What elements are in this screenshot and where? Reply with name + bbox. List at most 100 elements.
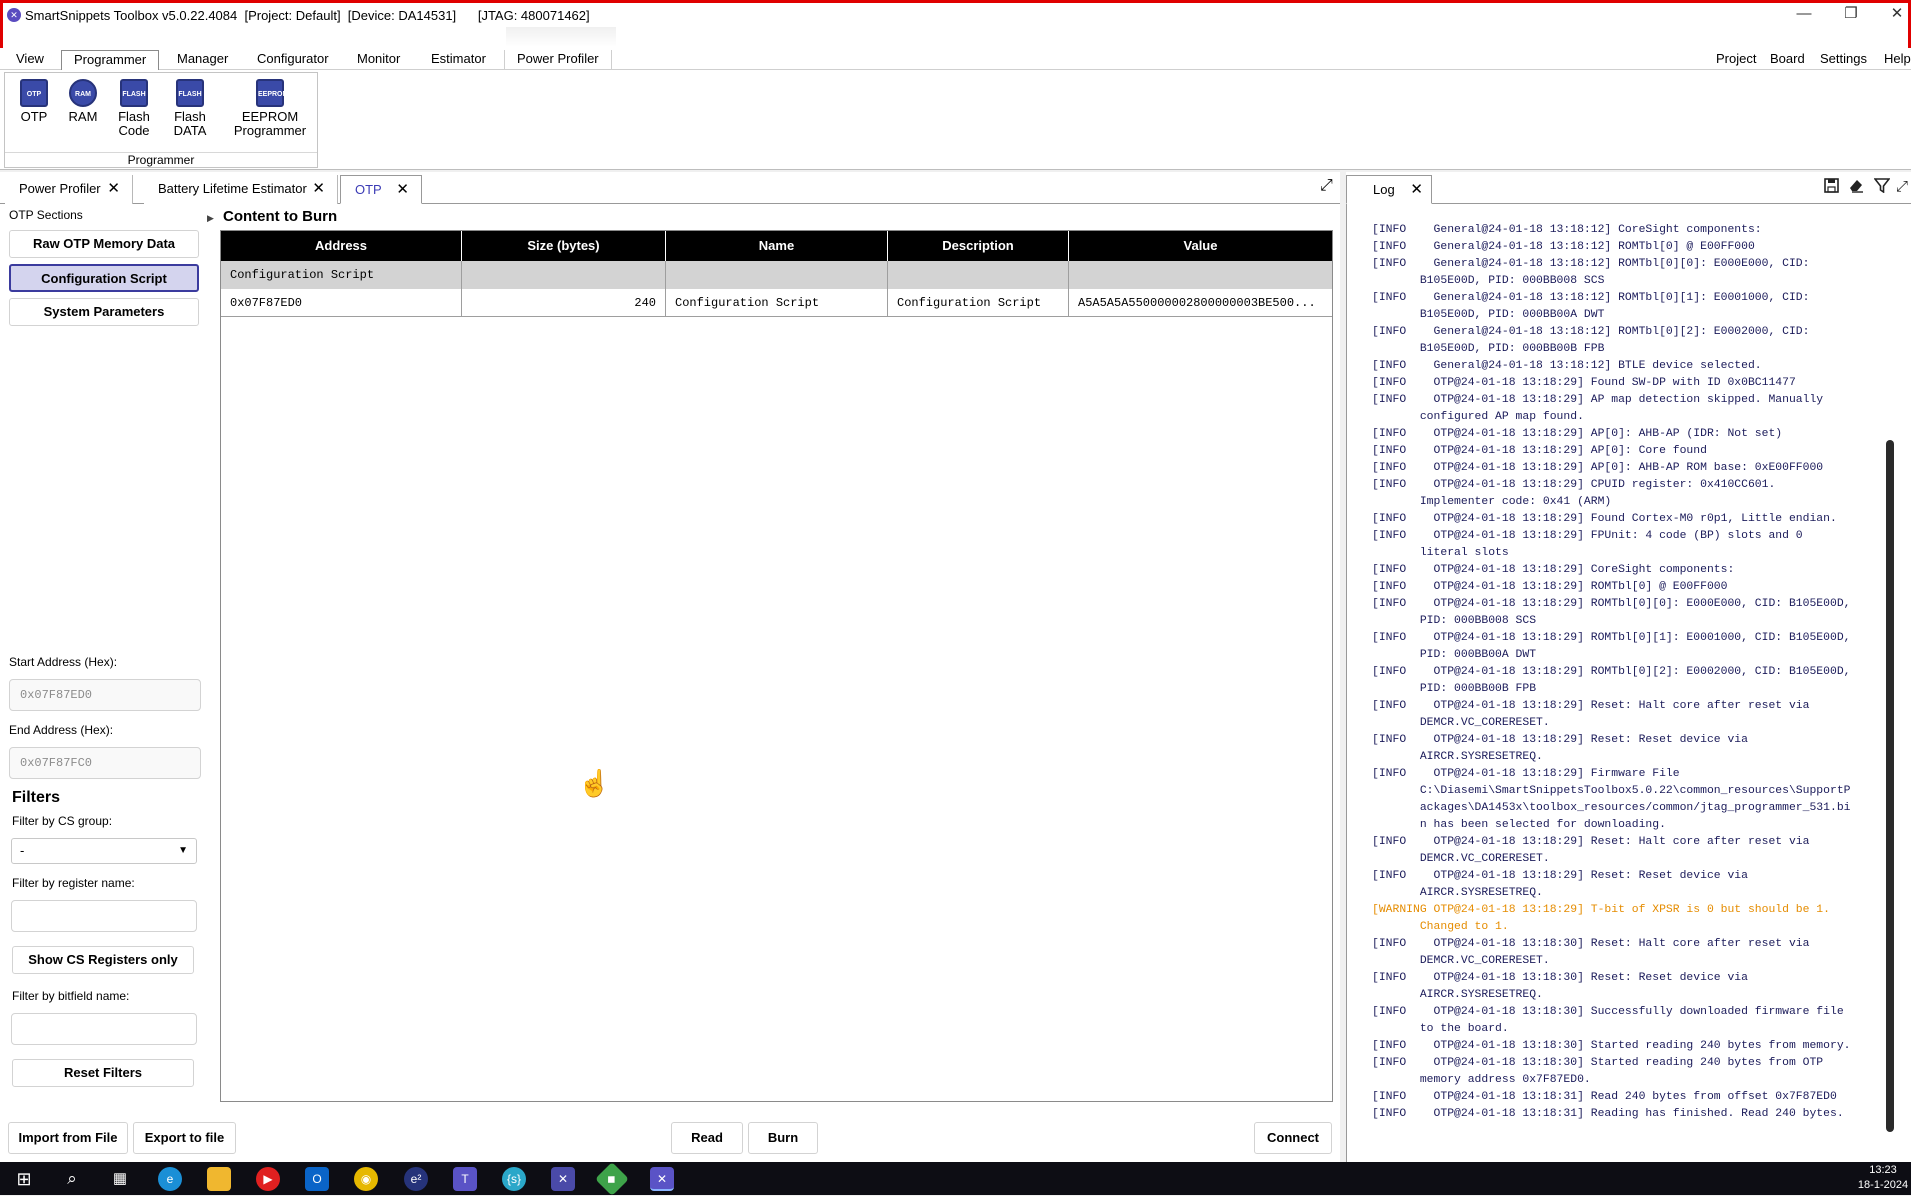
read-button[interactable]: Read [671, 1122, 743, 1154]
ram-button[interactable]: RAM RAM [60, 79, 106, 124]
flash-data-button[interactable]: FLASH Flash DATA [165, 79, 215, 138]
column-header-description[interactable]: Description [888, 231, 1069, 261]
connect-button[interactable]: Connect [1254, 1122, 1332, 1154]
tab-power-profiler[interactable]: Power Profiler ✕ [5, 175, 133, 204]
column-header-size[interactable]: Size (bytes) [462, 231, 666, 261]
column-header-value[interactable]: Value [1069, 231, 1332, 261]
log-line: Implementer code: 0x41 (ARM) [1372, 496, 1612, 508]
log-line: [INFO OTP@24-01-18 13:18:29] Reset: Halt… [1372, 836, 1810, 848]
raw-otp-memory-button[interactable]: Raw OTP Memory Data [9, 230, 199, 258]
menu-board[interactable]: Board [1770, 50, 1805, 70]
table-cell [666, 261, 888, 289]
end-address-label: End Address (Hex): [9, 723, 114, 737]
toolbox-icon[interactable]: ✕ [551, 1167, 575, 1191]
cell-size: 240 [462, 289, 666, 317]
expand-icon[interactable]: ⤢ [1896, 178, 1908, 195]
eeprom-label1: EEPROM [241, 109, 299, 124]
minimize-button[interactable]: — [1783, 3, 1825, 25]
cs-group-select[interactable]: - ▼ [11, 838, 197, 864]
smartsnippets-studio-icon[interactable]: {s} [502, 1167, 526, 1191]
tab-label: OTP [355, 182, 382, 197]
clock-date: 18-1-2024 [1857, 1179, 1909, 1191]
eeprom-programmer-button[interactable]: EEPROM EEPROM Programmer [226, 79, 314, 138]
search-icon[interactable]: ⌕ [60, 1167, 84, 1191]
log-line: literal slots [1372, 547, 1509, 559]
log-line: PID: 000BB00B FPB [1372, 683, 1537, 695]
log-line: [INFO OTP@24-01-18 13:18:31] Reading has… [1372, 1108, 1844, 1120]
content-title: Content to Burn [223, 208, 338, 225]
tab-label: Power Profiler [19, 181, 101, 196]
menu-estimator[interactable]: Estimator [419, 50, 498, 70]
menu-configurator[interactable]: Configurator [245, 50, 341, 70]
save-icon[interactable] [1824, 178, 1839, 197]
flash-code-chip-icon: FLASH [120, 79, 148, 107]
toolbox-active-icon[interactable]: ✕ [650, 1167, 674, 1191]
reset-filters-button[interactable]: Reset Filters [12, 1059, 194, 1087]
log-line: [INFO General@24-01-18 13:18:12] CoreSig… [1372, 224, 1762, 236]
title-gradient [506, 27, 616, 47]
log-line: AIRCR.SYSRESETREQ. [1372, 989, 1543, 1001]
menu-manager[interactable]: Manager [165, 50, 240, 70]
cell-description: Configuration Script [888, 289, 1069, 317]
menu-programmer[interactable]: Programmer [61, 50, 160, 70]
flash-data-label2: DATA [173, 123, 207, 138]
log-line: B105E00D, PID: 000BB00B FPB [1372, 343, 1605, 355]
log-line: [INFO OTP@24-01-18 13:18:29] AP[0]: AHB-… [1372, 428, 1783, 440]
otp-button[interactable]: OTP OTP [11, 79, 57, 124]
restore-button[interactable]: ❐ [1830, 3, 1872, 25]
chrome-icon[interactable]: ◉ [354, 1167, 378, 1191]
flash-code-button[interactable]: FLASH Flash Code [109, 79, 159, 138]
windows-start-icon[interactable]: ⊞ [12, 1167, 36, 1191]
close-icon[interactable]: ✕ [312, 175, 325, 202]
flash-code-label2: Code [118, 123, 150, 138]
system-parameters-button[interactable]: System Parameters [9, 298, 199, 326]
cs-group-value: - [20, 843, 25, 858]
table-group-row[interactable]: Configuration Script [221, 261, 1332, 289]
filter-icon[interactable] [1873, 178, 1891, 197]
menu-project[interactable]: Project [1716, 50, 1756, 70]
maximize-panel-icon[interactable]: ⤢ [1320, 177, 1340, 197]
flash-data-chip-icon: FLASH [176, 79, 204, 107]
close-icon[interactable]: ✕ [1410, 181, 1423, 198]
import-from-file-button[interactable]: Import from File [8, 1122, 128, 1154]
show-cs-registers-button[interactable]: Show CS Registers only [12, 946, 194, 974]
export-to-file-button[interactable]: Export to file [133, 1122, 236, 1154]
edge-browser-icon[interactable]: e [158, 1167, 182, 1191]
bitfield-name-input[interactable] [11, 1013, 197, 1045]
log-line: [INFO OTP@24-01-18 13:18:29] AP map dete… [1372, 394, 1824, 406]
menu-help[interactable]: Help [1884, 50, 1911, 70]
configuration-script-button[interactable]: Configuration Script [9, 264, 199, 292]
file-explorer-icon[interactable] [207, 1167, 231, 1191]
ribbon: OTP OTP RAM RAM FLASH Flash Code FLASH F… [0, 70, 1911, 170]
menu-settings[interactable]: Settings [1820, 50, 1867, 70]
media-player-icon[interactable]: ▶ [256, 1167, 280, 1191]
log-scrollbar[interactable] [1886, 440, 1894, 1132]
table-row[interactable]: 0x07F87ED0 240 Configuration Script Conf… [221, 289, 1332, 317]
column-header-address[interactable]: Address [221, 231, 462, 261]
column-header-name[interactable]: Name [666, 231, 888, 261]
log-line: ackages\DA1453x\toolbox_resources/common… [1372, 802, 1851, 814]
tab-otp[interactable]: OTP ✕ [340, 175, 422, 204]
close-window-button[interactable]: ✕ [1876, 3, 1911, 25]
content-table: Address Size (bytes) Name Description Va… [220, 230, 1333, 1102]
eraser-icon[interactable] [1848, 178, 1864, 197]
outlook-icon[interactable]: O [305, 1167, 329, 1191]
task-view-icon[interactable]: ▦ [108, 1167, 132, 1191]
e2-studio-icon[interactable]: e² [404, 1167, 428, 1191]
log-line: [INFO General@24-01-18 13:18:12] ROMTbl[… [1372, 292, 1810, 304]
burn-button[interactable]: Burn [748, 1122, 818, 1154]
cell-address: 0x07F87ED0 [221, 289, 462, 317]
menu-view[interactable]: View [4, 50, 56, 70]
log-line: [INFO OTP@24-01-18 13:18:29] Firmware Fi… [1372, 768, 1680, 780]
close-icon[interactable]: ✕ [107, 175, 120, 202]
tab-label: Battery Lifetime Estimator [158, 181, 307, 196]
register-name-input[interactable] [11, 900, 197, 932]
menu-power-profiler[interactable]: Power Profiler [504, 50, 612, 70]
tab-battery-lifetime-estimator[interactable]: Battery Lifetime Estimator ✕ [144, 175, 338, 204]
teams-icon[interactable]: T [453, 1167, 477, 1191]
system-clock[interactable]: 13:23 18-1-2024 [1855, 1163, 1911, 1193]
menu-monitor[interactable]: Monitor [345, 50, 412, 70]
tab-log[interactable]: Log ✕ [1346, 175, 1432, 204]
close-icon[interactable]: ✕ [396, 176, 409, 203]
collapse-arrow-icon[interactable]: ▶ [207, 213, 214, 224]
